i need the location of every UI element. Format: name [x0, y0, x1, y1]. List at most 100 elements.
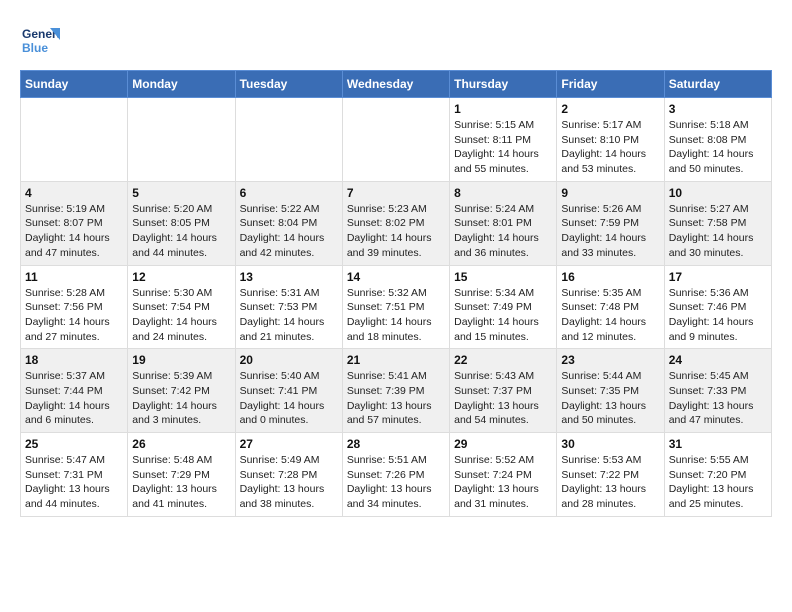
calendar-cell: 24 Sunrise: 5:45 AMSunset: 7:33 PMDayligh…	[664, 349, 771, 433]
calendar-cell: 4 Sunrise: 5:19 AMSunset: 8:07 PMDaylight…	[21, 181, 128, 265]
day-header-thursday: Thursday	[450, 71, 557, 98]
day-header-tuesday: Tuesday	[235, 71, 342, 98]
calendar-cell: 7 Sunrise: 5:23 AMSunset: 8:02 PMDaylight…	[342, 181, 449, 265]
day-info: Sunrise: 5:31 AMSunset: 7:53 PMDaylight:…	[240, 286, 338, 345]
calendar-cell: 25 Sunrise: 5:47 AMSunset: 7:31 PMDayligh…	[21, 433, 128, 517]
week-row-4: 18 Sunrise: 5:37 AMSunset: 7:44 PMDayligh…	[21, 349, 772, 433]
day-number: 24	[669, 353, 767, 367]
day-number: 17	[669, 270, 767, 284]
day-number: 10	[669, 186, 767, 200]
calendar-cell: 2Sunrise: 5:17 AMSunset: 8:10 PMDaylight…	[557, 98, 664, 182]
day-number: 21	[347, 353, 445, 367]
week-row-1: 1 Sunrise: 5:15 AMSunset: 8:11 PMDaylight…	[21, 98, 772, 182]
calendar-cell: 31 Sunrise: 5:55 AMSunset: 7:20 PMDayligh…	[664, 433, 771, 517]
calendar-header: SundayMondayTuesdayWednesdayThursdayFrid…	[21, 71, 772, 98]
calendar-cell: 29 Sunrise: 5:52 AMSunset: 7:24 PMDayligh…	[450, 433, 557, 517]
calendar-table: SundayMondayTuesdayWednesdayThursdayFrid…	[20, 70, 772, 517]
day-info: Sunrise: 5:39 AMSunset: 7:42 PMDaylight:…	[132, 369, 230, 428]
day-info: Sunrise: 5:47 AMSunset: 7:31 PMDaylight:…	[25, 453, 123, 512]
day-number: 30	[561, 437, 659, 451]
calendar-cell: 26 Sunrise: 5:48 AMSunset: 7:29 PMDayligh…	[128, 433, 235, 517]
logo: General Blue	[20, 20, 64, 60]
calendar-cell: 28 Sunrise: 5:51 AMSunset: 7:26 PMDayligh…	[342, 433, 449, 517]
day-number: 20	[240, 353, 338, 367]
calendar-cell	[128, 98, 235, 182]
day-info: Sunrise: 5:43 AMSunset: 7:37 PMDaylight:…	[454, 369, 552, 428]
svg-text:Blue: Blue	[22, 41, 48, 55]
day-number: 13	[240, 270, 338, 284]
day-number: 7	[347, 186, 445, 200]
day-number: 16	[561, 270, 659, 284]
day-number: 25	[25, 437, 123, 451]
day-info: Sunrise: 5:35 AMSunset: 7:48 PMDaylight:…	[561, 286, 659, 345]
day-number: 29	[454, 437, 552, 451]
week-row-5: 25 Sunrise: 5:47 AMSunset: 7:31 PMDayligh…	[21, 433, 772, 517]
page-header: General Blue	[20, 20, 772, 60]
calendar-cell: 10Sunrise: 5:27 AMSunset: 7:58 PMDayligh…	[664, 181, 771, 265]
day-info: Sunrise: 5:30 AMSunset: 7:54 PMDaylight:…	[132, 286, 230, 345]
day-info: Sunrise: 5:45 AMSunset: 7:33 PMDaylight:…	[669, 369, 767, 428]
week-row-2: 4 Sunrise: 5:19 AMSunset: 8:07 PMDaylight…	[21, 181, 772, 265]
day-number: 18	[25, 353, 123, 367]
calendar-cell: 21 Sunrise: 5:41 AMSunset: 7:39 PMDayligh…	[342, 349, 449, 433]
day-number: 26	[132, 437, 230, 451]
day-number: 8	[454, 186, 552, 200]
day-info: Sunrise: 5:28 AMSunset: 7:56 PMDaylight:…	[25, 286, 123, 345]
calendar-cell	[235, 98, 342, 182]
day-info: Sunrise: 5:18 AMSunset: 8:08 PMDaylight:…	[669, 118, 767, 177]
day-info: Sunrise: 5:19 AMSunset: 8:07 PMDaylight:…	[25, 202, 123, 261]
calendar-cell	[21, 98, 128, 182]
calendar-cell: 14 Sunrise: 5:32 AMSunset: 7:51 PMDayligh…	[342, 265, 449, 349]
day-info: Sunrise: 5:52 AMSunset: 7:24 PMDaylight:…	[454, 453, 552, 512]
calendar-cell: 11Sunrise: 5:28 AMSunset: 7:56 PMDayligh…	[21, 265, 128, 349]
day-info: Sunrise: 5:24 AMSunset: 8:01 PMDaylight:…	[454, 202, 552, 261]
day-number: 9	[561, 186, 659, 200]
calendar-cell: 9 Sunrise: 5:26 AMSunset: 7:59 PMDaylight…	[557, 181, 664, 265]
day-number: 4	[25, 186, 123, 200]
calendar-cell: 5Sunrise: 5:20 AMSunset: 8:05 PMDaylight…	[128, 181, 235, 265]
day-info: Sunrise: 5:41 AMSunset: 7:39 PMDaylight:…	[347, 369, 445, 428]
day-info: Sunrise: 5:23 AMSunset: 8:02 PMDaylight:…	[347, 202, 445, 261]
day-info: Sunrise: 5:15 AMSunset: 8:11 PMDaylight:…	[454, 118, 552, 177]
week-row-3: 11Sunrise: 5:28 AMSunset: 7:56 PMDayligh…	[21, 265, 772, 349]
calendar-cell: 18 Sunrise: 5:37 AMSunset: 7:44 PMDayligh…	[21, 349, 128, 433]
day-number: 28	[347, 437, 445, 451]
calendar-cell	[342, 98, 449, 182]
day-header-wednesday: Wednesday	[342, 71, 449, 98]
calendar-cell: 12 Sunrise: 5:30 AMSunset: 7:54 PMDayligh…	[128, 265, 235, 349]
day-number: 14	[347, 270, 445, 284]
calendar-cell: 19 Sunrise: 5:39 AMSunset: 7:42 PMDayligh…	[128, 349, 235, 433]
day-number: 12	[132, 270, 230, 284]
day-header-friday: Friday	[557, 71, 664, 98]
day-number: 5	[132, 186, 230, 200]
day-info: Sunrise: 5:36 AMSunset: 7:46 PMDaylight:…	[669, 286, 767, 345]
day-info: Sunrise: 5:26 AMSunset: 7:59 PMDaylight:…	[561, 202, 659, 261]
calendar-cell: 3 Sunrise: 5:18 AMSunset: 8:08 PMDaylight…	[664, 98, 771, 182]
day-number: 3	[669, 102, 767, 116]
day-number: 23	[561, 353, 659, 367]
day-header-sunday: Sunday	[21, 71, 128, 98]
day-info: Sunrise: 5:51 AMSunset: 7:26 PMDaylight:…	[347, 453, 445, 512]
day-number: 6	[240, 186, 338, 200]
day-info: Sunrise: 5:22 AMSunset: 8:04 PMDaylight:…	[240, 202, 338, 261]
calendar-cell: 16 Sunrise: 5:35 AMSunset: 7:48 PMDayligh…	[557, 265, 664, 349]
calendar-cell: 6 Sunrise: 5:22 AMSunset: 8:04 PMDaylight…	[235, 181, 342, 265]
calendar-cell: 22Sunrise: 5:43 AMSunset: 7:37 PMDayligh…	[450, 349, 557, 433]
day-info: Sunrise: 5:32 AMSunset: 7:51 PMDaylight:…	[347, 286, 445, 345]
day-info: Sunrise: 5:37 AMSunset: 7:44 PMDaylight:…	[25, 369, 123, 428]
day-number: 19	[132, 353, 230, 367]
calendar-cell: 13 Sunrise: 5:31 AMSunset: 7:53 PMDayligh…	[235, 265, 342, 349]
day-info: Sunrise: 5:55 AMSunset: 7:20 PMDaylight:…	[669, 453, 767, 512]
calendar-cell: 27 Sunrise: 5:49 AMSunset: 7:28 PMDayligh…	[235, 433, 342, 517]
calendar-cell: 15Sunrise: 5:34 AMSunset: 7:49 PMDayligh…	[450, 265, 557, 349]
day-header-saturday: Saturday	[664, 71, 771, 98]
day-info: Sunrise: 5:48 AMSunset: 7:29 PMDaylight:…	[132, 453, 230, 512]
calendar-cell: 30 Sunrise: 5:53 AMSunset: 7:22 PMDayligh…	[557, 433, 664, 517]
day-info: Sunrise: 5:53 AMSunset: 7:22 PMDaylight:…	[561, 453, 659, 512]
day-number: 31	[669, 437, 767, 451]
calendar-cell: 17 Sunrise: 5:36 AMSunset: 7:46 PMDayligh…	[664, 265, 771, 349]
day-number: 1	[454, 102, 552, 116]
day-number: 27	[240, 437, 338, 451]
calendar-cell: 8 Sunrise: 5:24 AMSunset: 8:01 PMDaylight…	[450, 181, 557, 265]
day-info: Sunrise: 5:49 AMSunset: 7:28 PMDaylight:…	[240, 453, 338, 512]
